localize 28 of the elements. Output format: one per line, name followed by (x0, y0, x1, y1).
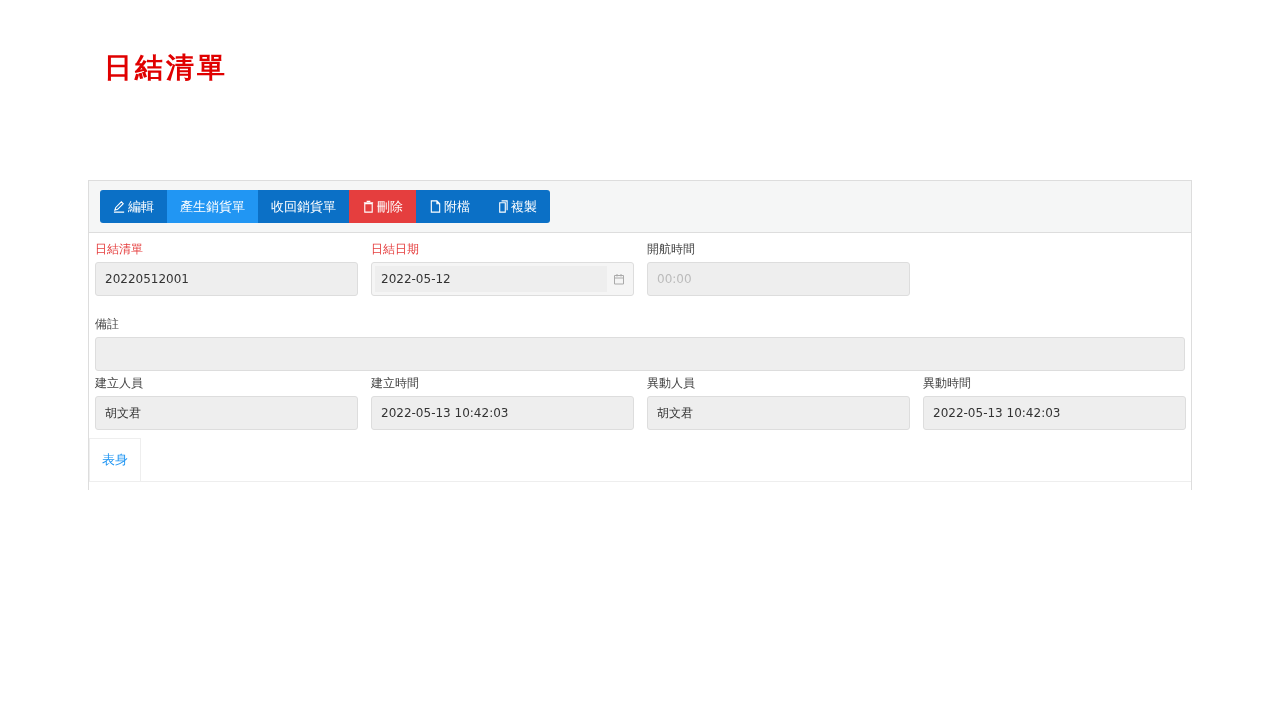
field-label: 建立時間 (371, 375, 420, 392)
field-label: 日結日期 (371, 241, 420, 258)
toolbar-button[interactable]: 複製 (483, 190, 550, 223)
trash-icon (362, 200, 375, 213)
field-label: 異動時間 (923, 375, 972, 392)
file-icon (429, 200, 442, 213)
calendar-icon (613, 273, 625, 285)
field-label: 異動人員 (647, 375, 696, 392)
toolbar-button[interactable]: 收回銷貨單 (258, 190, 349, 223)
field-label: 建立人員 (95, 375, 144, 392)
input-field[interactable]: 20220512001 (95, 262, 358, 296)
input-field[interactable] (95, 337, 1185, 371)
input-field[interactable]: 2022-05-13 10:42:03 (923, 396, 1186, 430)
pencil-icon (113, 200, 126, 213)
field-label: 日結清單 (95, 241, 144, 258)
date-field[interactable]: 2022-05-12 (371, 262, 634, 296)
copy-icon (496, 200, 509, 213)
toolbar-button[interactable]: 刪除 (349, 190, 416, 223)
field-label: 備註 (95, 316, 120, 333)
input-field[interactable]: 2022-05-13 10:42:03 (371, 396, 634, 430)
field-label: 開航時間 (647, 241, 696, 258)
input-field[interactable]: 胡文君 (647, 396, 910, 430)
input-field[interactable]: 胡文君 (95, 396, 358, 430)
toolbar-button[interactable]: 附檔 (416, 190, 483, 223)
page-title: 日結清單 (104, 50, 229, 86)
toolbar-button[interactable]: 產生銷貨單 (167, 190, 258, 223)
toolbar-button[interactable]: 編輯 (100, 190, 167, 223)
tab[interactable]: 表身 (89, 438, 141, 481)
